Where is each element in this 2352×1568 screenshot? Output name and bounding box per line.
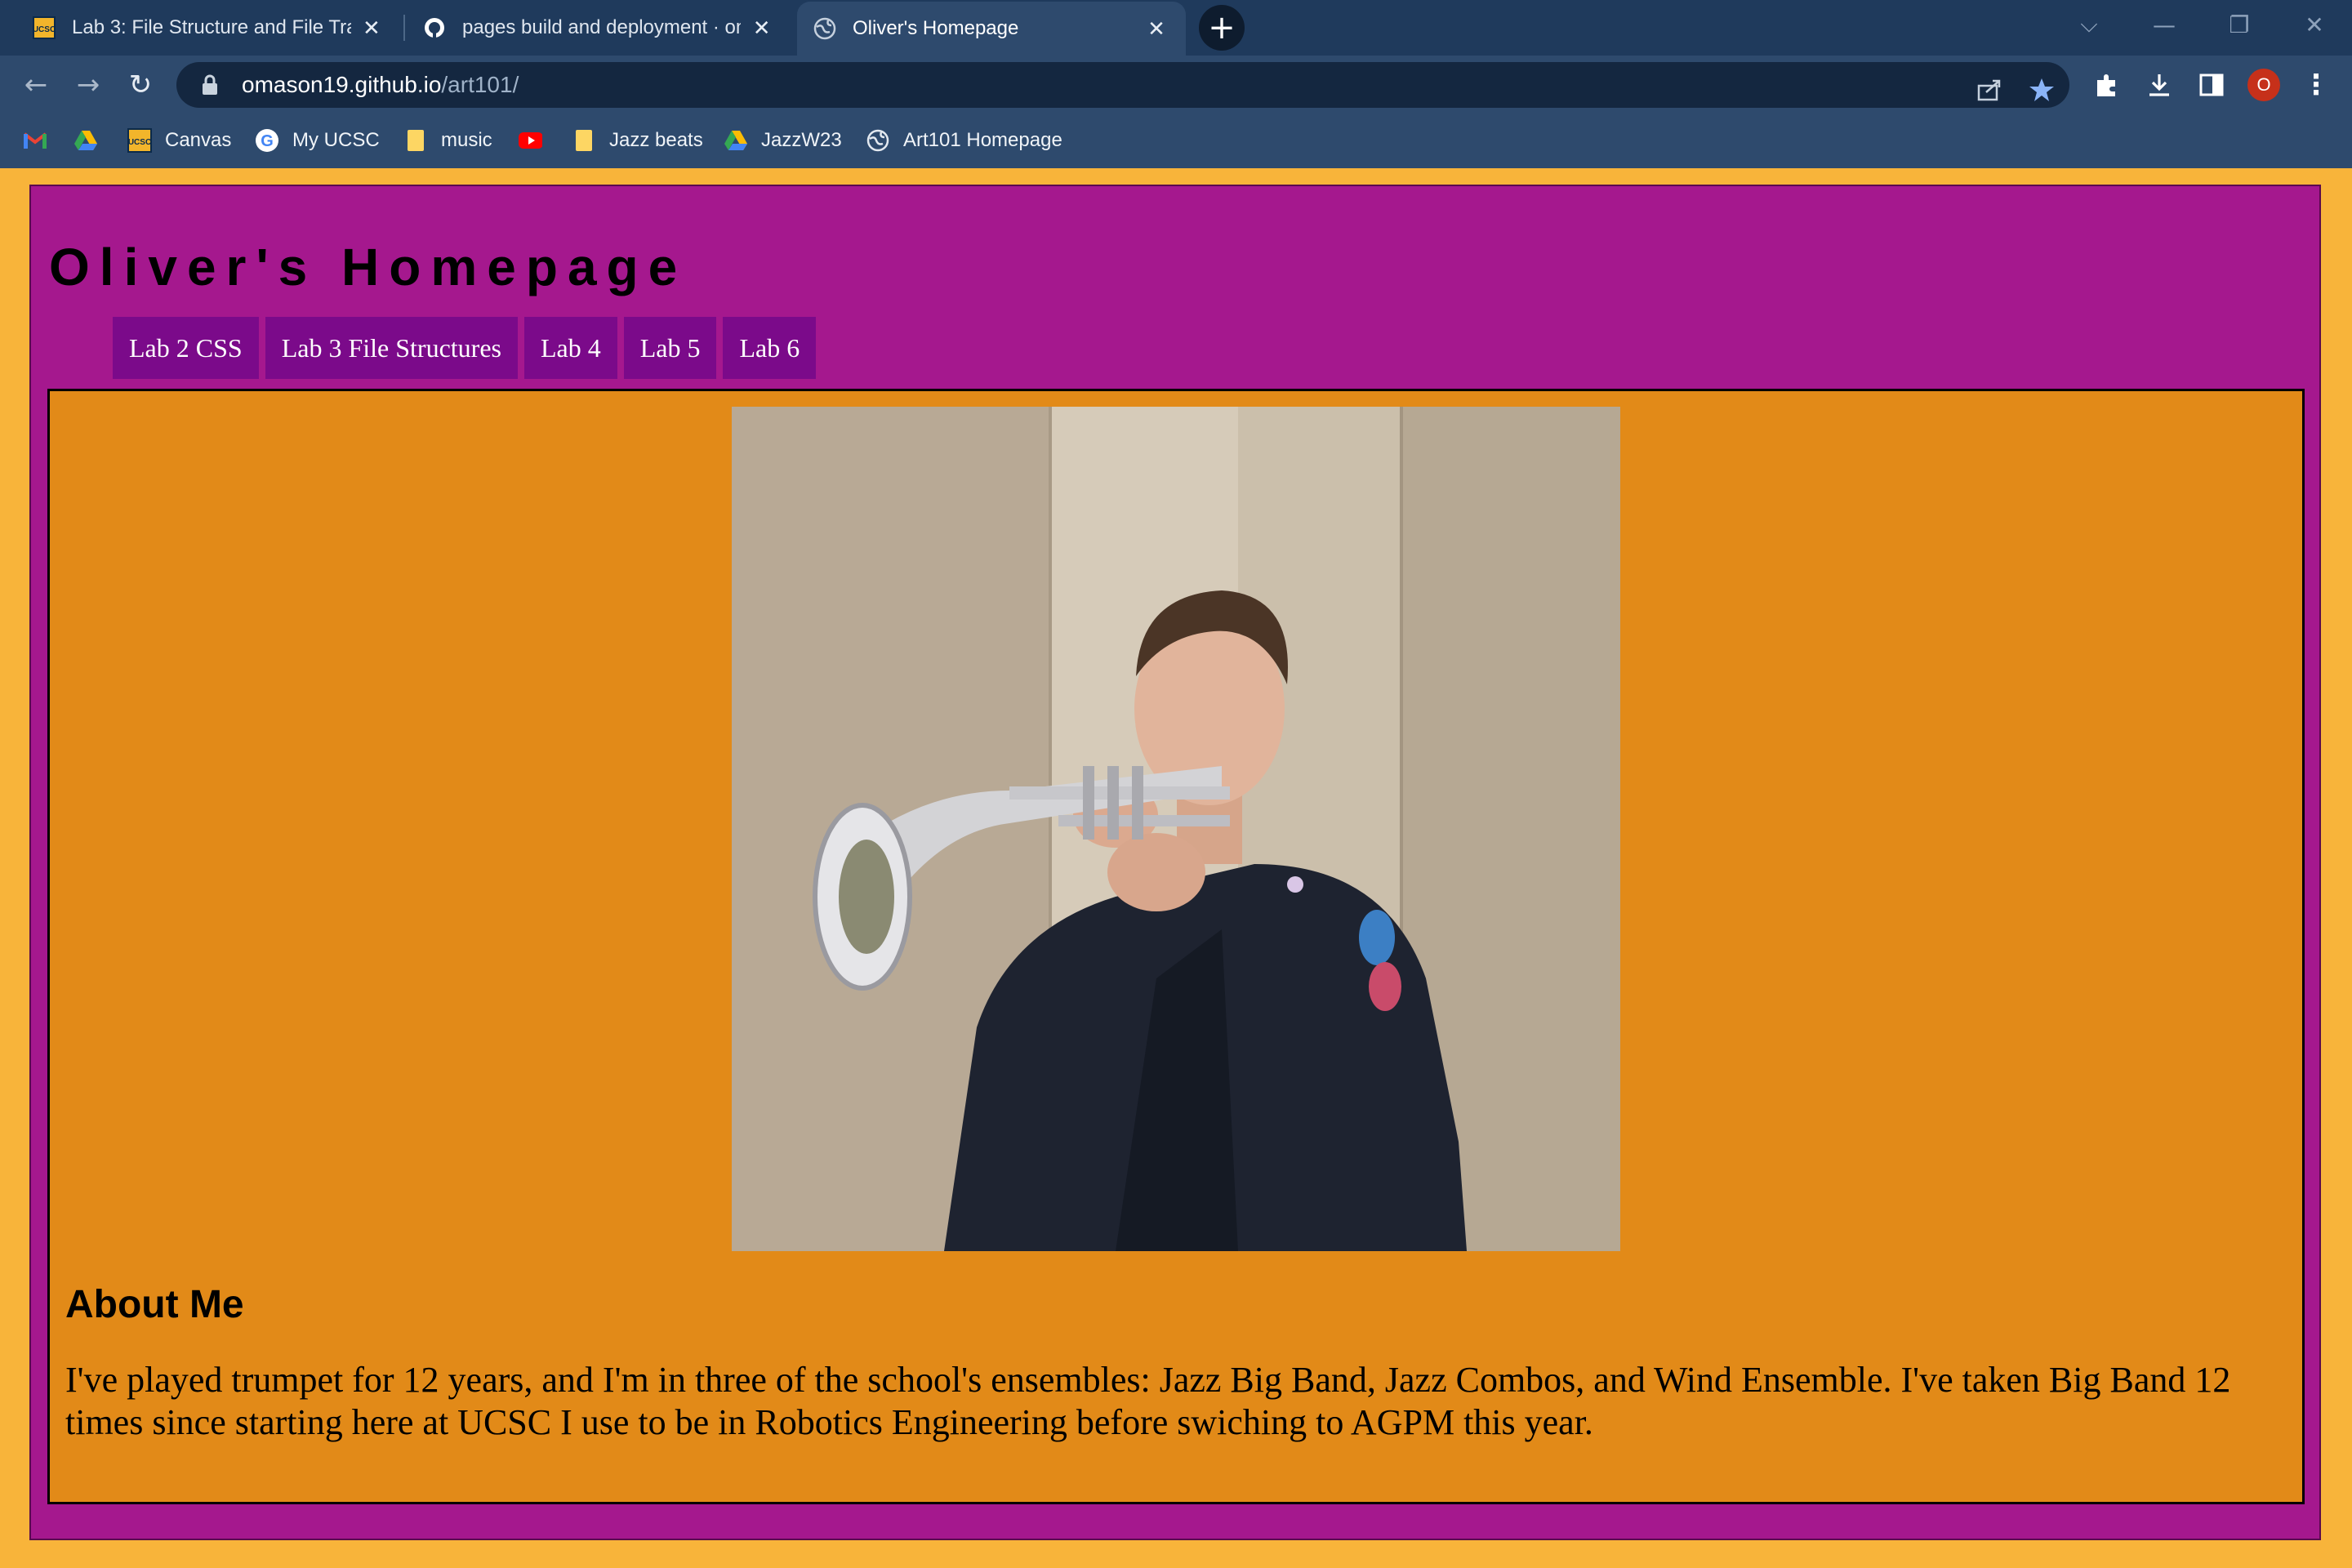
site-nav: Lab 2 CSS Lab 3 File Structures Lab 4 La… [113,317,817,379]
ucsc-icon: UCSC [127,128,152,153]
bookmark-youtube[interactable] [518,122,555,158]
ucsc-icon: UCSC [33,16,56,39]
url-path: /art101/ [441,72,519,97]
url-host: omason19.github.io [242,72,442,97]
github-icon [423,16,446,39]
nav-link-lab4[interactable]: Lab 4 [523,317,617,379]
extensions-puzzle-icon[interactable] [2089,67,2125,103]
svg-text:G: G [261,132,274,150]
bookmark-label: My UCSC [292,129,380,151]
tab-divider [403,15,405,41]
drive-icon [74,128,98,153]
reload-icon[interactable]: ↻ [122,67,158,103]
svg-text:UCSC: UCSC [128,138,151,147]
bookmark-label: Canvas [165,129,232,151]
bookmark-folder-jazz-beats[interactable]: Jazz beats [572,122,703,158]
bookmark-art101-homepage[interactable]: Art101 Homepage [866,122,1062,158]
bookmark-label: Art101 Homepage [903,129,1062,151]
minimize-icon[interactable]: — [2145,8,2184,41]
bookmark-drive[interactable] [74,122,111,158]
drive-icon [724,128,748,153]
tab-title: Oliver's Homepage [853,17,1019,39]
browser-chrome: UCSC Lab 3: File Structure and File Tran… [0,0,2352,168]
address-bar[interactable]: omason19.github.io/art101/ [176,62,2069,108]
folder-icon [572,128,596,153]
profile-avatar[interactable]: O [2247,69,2280,101]
lock-icon[interactable] [198,73,222,97]
about-paragraph: I've played trumpet for 12 years, and I'… [65,1360,2231,1442]
tab-title: Lab 3: File Structure and File Tran [72,16,351,38]
bookmark-jazzw23[interactable]: JazzW23 [724,122,842,158]
bookmarks-bar: UCSC Canvas G My UCSC music Jazz beats J… [0,114,2352,168]
bookmark-label: JazzW23 [761,129,842,151]
url-text: omason19.github.io/art101/ [242,72,519,98]
globe-icon [813,17,836,40]
tab-lab3[interactable]: UCSC Lab 3: File Structure and File Tran… [16,3,400,52]
nav-link-lab5[interactable]: Lab 5 [623,317,717,379]
folder-icon [403,128,428,153]
close-tab-icon[interactable]: ✕ [1143,16,1169,42]
globe-icon [866,128,890,153]
back-arrow-icon[interactable]: ← [18,67,54,103]
nav-link-lab3[interactable]: Lab 3 File Structures [265,317,518,379]
restore-icon[interactable]: ❐ [2220,8,2259,41]
bookmark-canvas[interactable]: UCSC Canvas [127,122,231,158]
menu-kebab-icon[interactable]: ⋮ [2298,67,2334,103]
bookmark-gmail[interactable] [23,122,60,158]
about-heading: About Me [65,1283,244,1326]
bookmark-folder-music[interactable]: music [403,122,492,158]
tab-olivers-homepage[interactable]: Oliver's Homepage ✕ [797,2,1186,56]
share-icon[interactable] [1971,72,2007,108]
close-tab-icon[interactable]: ✕ [359,15,384,41]
youtube-icon [518,128,542,153]
svg-text:UCSC: UCSC [33,25,56,34]
google-icon: G [255,128,279,153]
new-tab-button[interactable]: + [1199,5,1245,51]
toolbar: ← → ↻ omason19.github.io/art101/ [0,56,2352,114]
page-title: Oliver's Homepage [49,238,688,296]
tab-github-actions[interactable]: pages build and deployment · om ✕ [407,3,791,52]
tab-search-chevron-icon[interactable]: ⌵ [2069,8,2109,41]
nav-link-lab2[interactable]: Lab 2 CSS [113,317,259,379]
bookmark-label: music [441,129,492,151]
bookmark-my-ucsc[interactable]: G My UCSC [255,122,380,158]
nav-link-lab6[interactable]: Lab 6 [723,317,817,379]
side-panel-icon[interactable] [2194,67,2230,103]
tab-strip: UCSC Lab 3: File Structure and File Tran… [0,0,2352,56]
download-icon[interactable] [2141,67,2177,103]
tab-title: pages build and deployment · om [462,16,742,38]
bookmark-star-icon[interactable] [2024,72,2060,108]
forward-arrow-icon[interactable]: → [70,67,106,103]
trumpet-player-photo [732,407,1620,1251]
close-tab-icon[interactable]: ✕ [749,15,774,41]
bookmark-label: Jazz beats [609,129,703,151]
gmail-icon [23,128,47,153]
window-close-icon[interactable]: ✕ [2295,8,2334,41]
